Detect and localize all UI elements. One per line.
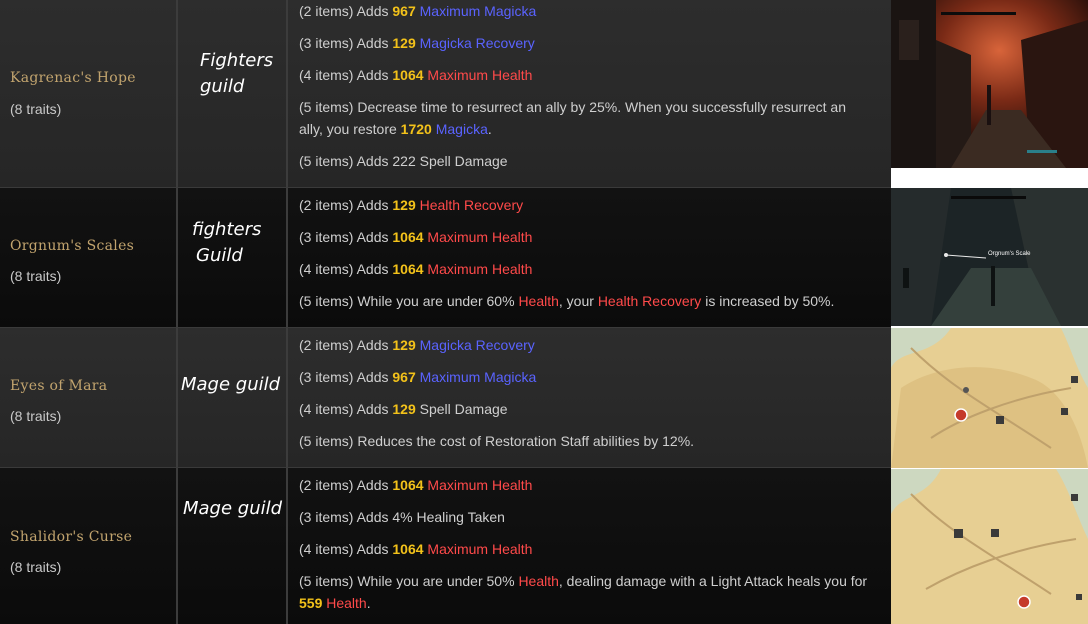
set-bonus: (3 items) Adds 1064 Maximum Health [299, 229, 533, 245]
set-bonus: (2 items) Adds 1064 Maximum Health [299, 477, 533, 493]
set-name-cell: Shalidor's Curse (8 traits) [0, 468, 178, 624]
screenshot-orgnums-scales: Orgnum's Scale [891, 188, 1088, 326]
marker-label: Orgnum's Scale [988, 251, 1031, 257]
bonus-cell: (2 items) Adds 967 Maximum Magicka (3 it… [288, 0, 891, 187]
set-name: Shalidor's Curse [10, 529, 133, 545]
location-note: Mage guild [183, 498, 283, 519]
bonus-cell: (2 items) Adds 1064 Maximum Health (3 it… [288, 468, 891, 624]
set-bonus: (2 items) Adds 129 Health Recovery [299, 197, 524, 213]
set-bonus: (3 items) Adds 4% Healing Taken [299, 509, 505, 525]
traits-count: (8 traits) [10, 559, 62, 575]
location-note: fighters [192, 219, 262, 240]
traits-count: (8 traits) [10, 408, 62, 424]
bonus-cell: (2 items) Adds 129 Magicka Recovery (3 i… [288, 328, 891, 467]
set-row-shalidors-curse: Shalidor's Curse (8 traits) Mage guild (… [0, 468, 891, 624]
set-bonus: (3 items) Adds 129 Magicka Recovery [299, 35, 535, 51]
screenshot-shalidors-curse-map [891, 469, 1088, 624]
set-row-orgnums-scales: Orgnum's Scales (8 traits) fighters Guil… [0, 188, 891, 328]
set-bonus: (4 items) Adds 1064 Maximum Health [299, 67, 533, 83]
set-bonus: (4 items) Adds 129 Spell Damage [299, 401, 508, 417]
set-name: Eyes of Mara [10, 378, 108, 394]
screenshot-kagrenacs-hope [891, 0, 1088, 168]
set-bonus: (5 items) Reduces the cost of Restoratio… [299, 433, 695, 449]
screenshot-eyes-of-mara-map [891, 328, 1088, 468]
traits-count: (8 traits) [10, 268, 62, 284]
location-note-cell: Mage guild [178, 328, 288, 467]
set-bonus: (4 items) Adds 1064 Maximum Health [299, 261, 533, 277]
location-note: Guild [196, 245, 243, 266]
set-bonus: (5 items) While you are under 60% Health… [299, 293, 835, 309]
set-name: Orgnum's Scales [10, 238, 135, 254]
set-bonus: (5 items) While you are under 50% Health… [299, 573, 868, 611]
set-bonus: (5 items) Adds 222 Spell Damage [299, 153, 508, 169]
set-bonus: (5 items) Decrease time to resurrect an … [299, 99, 846, 137]
set-bonus: (2 items) Adds 129 Magicka Recovery [299, 337, 535, 353]
location-note: guild [200, 76, 245, 97]
set-name-cell: Orgnum's Scales (8 traits) [0, 188, 178, 327]
location-note: Fighters [200, 50, 274, 71]
location-note: Mage guild [181, 374, 281, 395]
set-name-cell: Eyes of Mara (8 traits) [0, 328, 178, 467]
screenshots-column: Orgnum's Scale [891, 0, 1088, 624]
set-bonus: (2 items) Adds 967 Maximum Magicka [299, 3, 537, 19]
location-note-cell: fighters Guild [178, 188, 288, 327]
set-bonus: (4 items) Adds 1064 Maximum Health [299, 541, 533, 557]
set-bonus: (3 items) Adds 967 Maximum Magicka [299, 369, 537, 385]
set-name-cell: Kagrenac's Hope (8 traits) [0, 0, 178, 187]
set-row-eyes-of-mara: Eyes of Mara (8 traits) Mage guild (2 it… [0, 328, 891, 468]
bonus-cell: (2 items) Adds 129 Health Recovery (3 it… [288, 188, 891, 327]
traits-count: (8 traits) [10, 101, 62, 117]
location-note-cell: Fighters guild [178, 0, 288, 187]
location-note-cell: Mage guild [178, 468, 288, 624]
set-row-kagrenacs-hope: Kagrenac's Hope (8 traits) Fighters guil… [0, 0, 891, 188]
set-name: Kagrenac's Hope [10, 70, 136, 86]
crafting-sets-table: Kagrenac's Hope (8 traits) Fighters guil… [0, 0, 891, 624]
